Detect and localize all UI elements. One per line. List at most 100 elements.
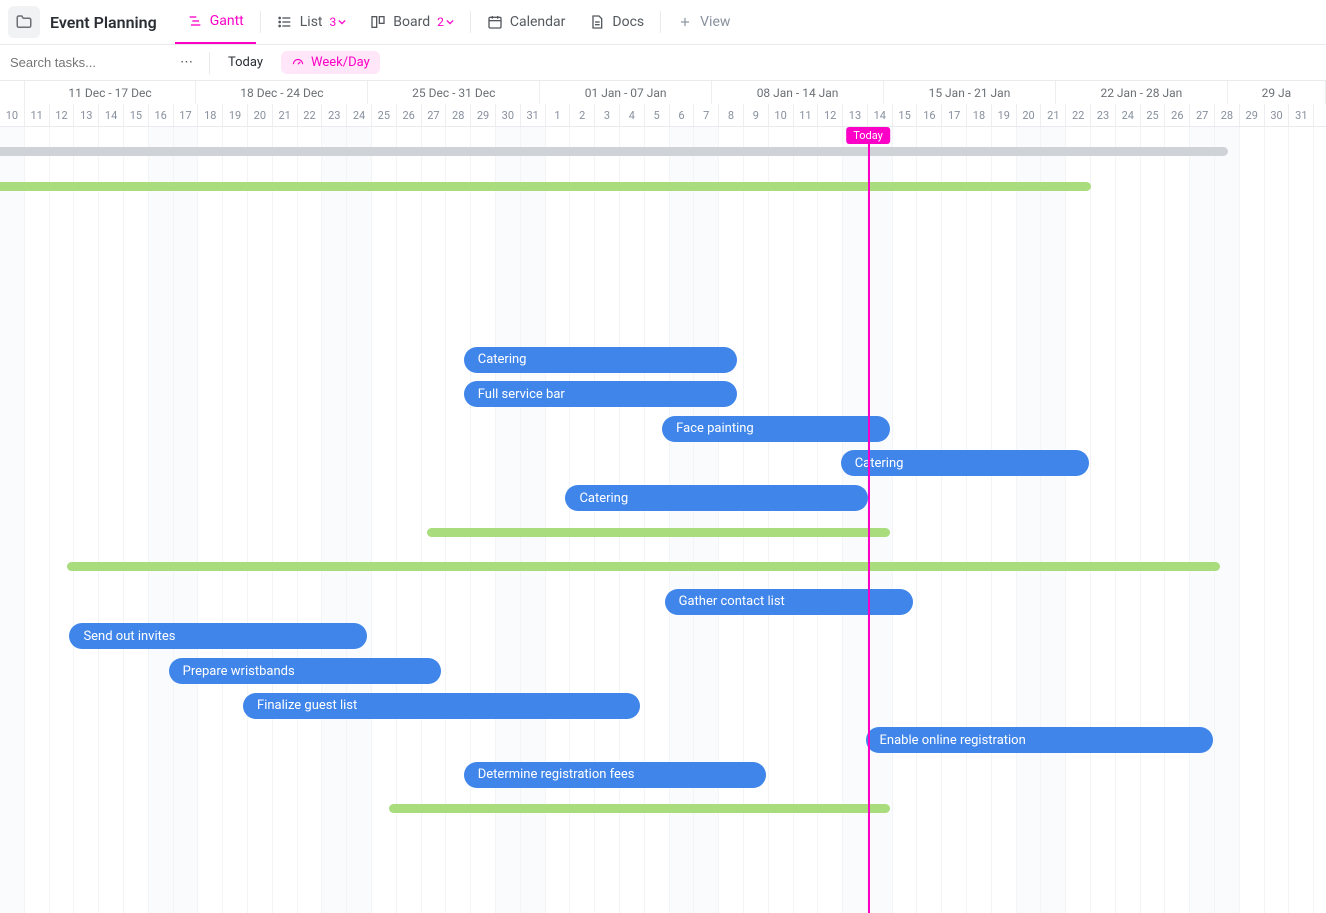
tab-label: List [300,14,323,30]
divider [470,11,471,33]
summary-bar[interactable] [389,804,890,813]
doc-icon [589,14,605,30]
tab-count: 3 [330,15,347,29]
gantt-area[interactable]: Catering Full service bar Face painting Cat… [0,127,1326,913]
task-label: Catering [478,352,527,367]
divider [660,11,661,33]
tab-view[interactable]: View [665,0,742,44]
day-header: 28 [446,104,471,126]
day-header: 18 [967,104,992,126]
tab-calendar[interactable]: Calendar [475,0,578,44]
day-header: 11 [794,104,819,126]
divider [209,52,210,74]
day-header: 16 [149,104,174,126]
day-header: 25 [372,104,397,126]
task-label: Finalize guest list [257,698,357,713]
board-icon [370,14,386,30]
task-bar[interactable]: Finalize guest list [243,693,640,719]
tab-gantt[interactable]: Gantt [175,0,256,44]
tab-label: Gantt [210,13,244,29]
summary-bar[interactable] [427,528,891,537]
day-header: 28 [1215,104,1240,126]
day-header: 3 [595,104,620,126]
day-header: 27 [422,104,447,126]
weeks-row: 11 Dec - 17 Dec18 Dec - 24 Dec25 Dec - 3… [0,81,1326,104]
day-header: 8 [719,104,744,126]
summary-bar[interactable] [0,182,1091,191]
day-header: 18 [198,104,223,126]
calendar-icon [487,14,503,30]
day-header: 10 [769,104,794,126]
week-header: 18 Dec - 24 Dec [196,81,368,104]
day-header: 17 [174,104,199,126]
day-header: 19 [223,104,248,126]
day-header: 7 [694,104,719,126]
page-title: Event Planning [50,13,157,32]
today-line [868,127,870,913]
day-header: 15 [124,104,149,126]
day-header: 10 [0,104,25,126]
folder-button[interactable] [8,6,40,38]
today-button[interactable]: Today [218,51,273,74]
day-header: 24 [347,104,372,126]
day-header: 24 [1116,104,1141,126]
day-header: 13 [843,104,868,126]
tab-board[interactable]: Board2 [358,0,466,44]
day-header: 11 [25,104,50,126]
task-label: Full service bar [478,387,565,402]
day-header: 29 [471,104,496,126]
days-row: 1011121314151617181920212223242526272829… [0,104,1326,126]
gantt-icon [187,13,203,29]
task-bar[interactable]: Face painting [662,416,890,442]
summary-bar[interactable] [67,562,1220,571]
task-bar[interactable]: Catering [565,485,868,511]
tab-count: 2 [437,15,454,29]
search-input[interactable] [4,51,164,74]
day-header: 4 [620,104,645,126]
timeline-header: 11 Dec - 17 Dec18 Dec - 24 Dec25 Dec - 3… [0,81,1326,127]
day-header: 15 [893,104,918,126]
day-header: 12 [50,104,75,126]
day-header: 19 [992,104,1017,126]
day-header: 31 [521,104,546,126]
day-header: 14 [868,104,893,126]
task-bar[interactable]: Determine registration fees [464,762,767,788]
task-bar[interactable]: Prepare wristbands [169,658,442,684]
week-header: 11 Dec - 17 Dec [25,81,197,104]
task-bar[interactable]: Catering [464,347,737,373]
day-header: 30 [496,104,521,126]
task-label: Catering [855,456,904,471]
tab-list[interactable]: List 3 [265,0,359,44]
chevron-down-icon [338,18,346,26]
day-header: 30 [1265,104,1290,126]
task-bar[interactable]: Full service bar [464,381,737,407]
summary-bar[interactable] [0,147,1228,156]
week-header: 01 Jan - 07 Jan [540,81,712,104]
more-button[interactable]: ⋯ [172,51,201,74]
tab-label: Calendar [510,14,566,30]
day-header: 26 [1165,104,1190,126]
divider [260,11,261,33]
week-header: 22 Jan - 28 Jan [1056,81,1228,104]
day-header: 22 [298,104,323,126]
task-bar[interactable]: Send out invites [69,623,367,649]
plus-icon [677,14,693,30]
week-header: 15 Jan - 21 Jan [884,81,1056,104]
tab-docs[interactable]: Docs [577,0,656,44]
task-bar[interactable]: Catering [841,450,1089,476]
view-tabs: Gantt List 3 Board2 Calendar DocsView [175,0,743,44]
task-label: Determine registration fees [478,767,635,782]
day-header: 6 [670,104,695,126]
day-header: 16 [917,104,942,126]
day-header: 20 [248,104,273,126]
week-header: 08 Jan - 14 Jan [712,81,884,104]
task-bar[interactable]: Enable online registration [866,727,1213,753]
topbar: Event Planning Gantt List 3 Board2 Calenda… [0,0,1326,45]
day-header: 27 [1190,104,1215,126]
list-icon [277,14,293,30]
gantt-bars: Catering Full service bar Face painting Cat… [0,127,1326,913]
task-bar[interactable]: Gather contact list [665,589,913,615]
day-header: 22 [1066,104,1091,126]
range-button[interactable]: Week/Day [281,51,380,74]
day-header: 12 [818,104,843,126]
